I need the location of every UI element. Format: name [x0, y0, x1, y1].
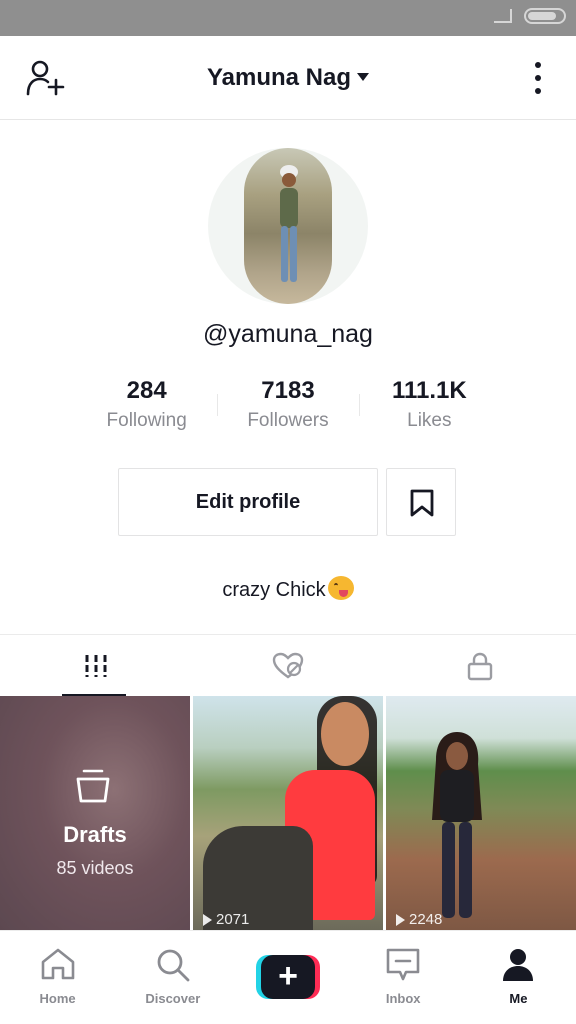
stat-label: Following: [106, 410, 187, 431]
stat-likes[interactable]: 111.1K Likes: [358, 376, 500, 440]
nav-home[interactable]: Home: [0, 931, 115, 1024]
video-thumbnail[interactable]: 2071: [193, 696, 383, 930]
view-count: 2248: [396, 911, 442, 928]
person-icon: [503, 949, 534, 981]
grid-icon: [85, 655, 107, 677]
nav-me[interactable]: Me: [461, 931, 576, 1024]
more-vertical-icon[interactable]: [534, 62, 542, 94]
avatar[interactable]: [208, 148, 368, 304]
nav-label: Home: [39, 991, 76, 1006]
video-grid: Drafts 85 videos 2071 2248: [0, 696, 576, 930]
bio: crazy Chick: [0, 576, 576, 602]
status-bar: [0, 0, 576, 36]
signal-icon: [494, 9, 512, 23]
inbox-icon: [386, 948, 420, 981]
view-count: 2071: [203, 911, 249, 928]
stats-row: 284 Following 7183 Followers 111.1K Like…: [76, 376, 500, 440]
thumbnail-figure: [432, 732, 482, 918]
status-icons: [494, 8, 566, 24]
video-thumbnail[interactable]: 2248: [386, 696, 576, 930]
stat-followers[interactable]: 7183 Followers: [217, 376, 358, 440]
stat-following[interactable]: 284 Following: [76, 376, 217, 440]
lock-icon: [467, 652, 493, 681]
nav-create[interactable]: +: [230, 931, 345, 1024]
favorites-button[interactable]: [386, 468, 456, 536]
stat-value: 284: [126, 377, 167, 404]
drafts-count: 85 videos: [56, 858, 134, 878]
bio-text: crazy Chick: [222, 579, 326, 601]
drafts-label: Drafts: [63, 822, 127, 847]
drafts-icon: [76, 769, 110, 803]
nav-label: Me: [509, 991, 528, 1006]
stat-label: Likes: [407, 410, 452, 431]
account-switcher[interactable]: Yamuna Nag: [0, 64, 576, 92]
home-icon: [41, 948, 74, 980]
nav-label: Inbox: [385, 991, 421, 1006]
bookmark-icon: [410, 489, 434, 517]
battery-icon: [524, 8, 566, 24]
liked-hidden-icon: [272, 652, 304, 679]
thumbnail-face: [321, 702, 369, 766]
caret-down-icon: [357, 73, 370, 81]
tab-liked[interactable]: [192, 635, 384, 697]
nav-label: Discover: [145, 991, 201, 1006]
content-tabs: [0, 634, 576, 697]
nav-inbox[interactable]: Inbox: [346, 931, 461, 1024]
tab-private[interactable]: [384, 635, 576, 697]
search-icon: [157, 949, 190, 982]
tab-videos[interactable]: [0, 635, 192, 697]
bottom-nav: Home Discover + Inbox Me: [0, 930, 576, 1024]
avatar-photo: [244, 148, 332, 304]
stat-label: Followers: [247, 410, 329, 431]
emoji-icon: [327, 576, 354, 600]
profile-header: Yamuna Nag: [0, 36, 576, 120]
plus-icon: +: [261, 955, 315, 999]
drafts-overlay: [0, 696, 190, 930]
drafts-tile[interactable]: Drafts 85 videos: [0, 696, 190, 930]
create-button[interactable]: +: [256, 955, 320, 999]
stat-value: 111.1K: [391, 377, 467, 404]
stat-value: 7183: [261, 377, 315, 404]
username: @yamuna_nag: [203, 320, 373, 348]
nav-discover[interactable]: Discover: [115, 931, 230, 1024]
edit-profile-button[interactable]: Edit profile: [118, 468, 378, 536]
page-title: Yamuna Nag: [206, 64, 352, 91]
